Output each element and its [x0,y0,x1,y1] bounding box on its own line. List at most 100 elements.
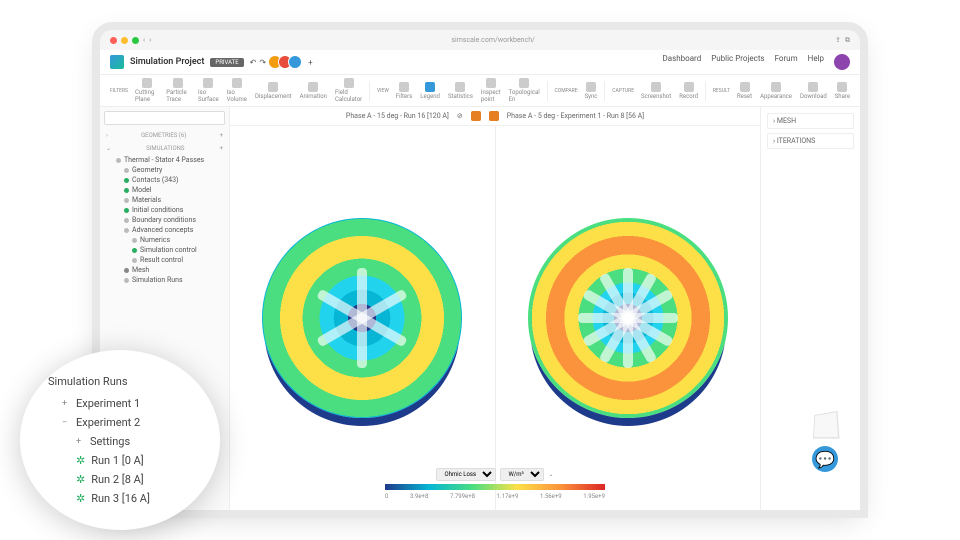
view-title-right[interactable]: Phase A - 5 deg - Experiment 1 - Run 8 [… [507,112,644,120]
nav-forum[interactable]: Forum [775,54,798,70]
toolbar-sync[interactable]: Sync [585,82,598,100]
toolbar-field-calculator[interactable]: Field Calculator [335,78,362,103]
tree-item[interactable]: Boundary conditions [104,215,225,225]
viewport-right[interactable] [496,126,761,510]
sidebar-geometries[interactable]: ›GEOMETRIES (6)+ [104,129,225,142]
toolbar-displacement[interactable]: Displacement [255,82,292,100]
project-title: Simulation Project [130,57,204,67]
thermal-result-left[interactable] [262,218,462,418]
legend-tick: 1.17e+9 [497,493,519,500]
logo-icon [110,55,124,69]
legend-tick: 0 [385,493,388,500]
tree-item[interactable]: Geometry [104,165,225,175]
viewport-left[interactable] [230,126,496,510]
toolbar-download[interactable]: Download [800,82,827,100]
zoom-item[interactable]: ✲Run 1 [0 A] [48,451,192,470]
nav-fwd-icon[interactable]: › [149,36,151,44]
nav-public-projects[interactable]: Public Projects [711,54,764,70]
legend-tick: 1.95e+9 [583,493,605,500]
toolbar-record[interactable]: Record [679,82,698,100]
zoom-item[interactable]: +Experiment 1 [48,394,192,413]
panel-iterations[interactable]: › ITERATIONS [767,133,854,149]
nav-back-icon[interactable]: ‹ [143,36,145,44]
close-icon[interactable] [110,37,117,44]
toolbar-cutting-plane[interactable]: Cutting Plane [135,78,158,103]
redo-icon[interactable]: ↷ [259,58,266,67]
privacy-badge: PRIVATE [210,58,243,67]
toolbar-topological-en[interactable]: Topological En [509,78,540,103]
tree-item[interactable]: Simulation control [104,245,225,255]
zoom-item[interactable]: −Experiment 2 [48,413,192,432]
toolbar-view-label: VIEW [377,88,389,94]
toolbar-particle-trace[interactable]: Particle Trace [166,78,190,103]
undo-icon[interactable]: ↶ [250,58,257,67]
legend: Ohmic Loss W/m³ ⌄ 0 3.9e+8 7.799e+8 1.17e+9… [385,468,605,500]
minimize-icon[interactable] [121,37,128,44]
tree-item[interactable]: Result control [104,255,225,265]
toolbar-appearance[interactable]: Appearance [760,82,792,100]
toolbar-share[interactable]: Share [835,82,850,100]
sidebar-search-input[interactable] [104,111,225,125]
legend-field-select[interactable]: Ohmic Loss [436,468,496,481]
canvas-header: Phase A - 15 deg - Run 16 [120 A] ⊘ Phas… [230,107,760,126]
legend-gradient [385,484,605,490]
tree-item[interactable]: Simulation Runs [104,275,225,285]
legend-tick: 7.799e+8 [450,493,475,500]
lock-icon[interactable]: ⊘ [457,112,463,120]
toolbar-iso-volume[interactable]: Iso Volume [227,78,247,103]
zoom-title: Simulation Runs [48,375,192,388]
tree-item[interactable]: Numerics [104,235,225,245]
tree-item[interactable]: Initial conditions [104,205,225,215]
nav-help[interactable]: Help [808,54,824,70]
copy-icon[interactable]: ⧉ [845,36,850,45]
tree-item[interactable]: Thermal - Stator 4 Passes [104,155,225,165]
zoom-item[interactable]: +Settings [48,432,192,451]
toolbar-result-label: RESULT [713,88,730,94]
share-icon[interactable]: ⇪ [835,36,841,44]
legend-unit-select[interactable]: W/m³ [500,468,544,481]
nav-dashboard[interactable]: Dashboard [663,54,702,70]
panel-mesh[interactable]: › MESH [767,113,854,129]
browser-chrome: ‹ › simscale.com/workbench/ ⇪ ⧉ [100,30,860,50]
view-icon[interactable] [489,111,499,121]
tree-item[interactable]: Mesh [104,265,225,275]
toolbar-iso-surface[interactable]: Iso Surface [198,78,219,103]
zoom-item[interactable]: ✲Run 2 [8 A] [48,470,192,489]
legend-tick: 3.9e+8 [410,493,428,500]
thermal-result-right[interactable] [528,218,728,418]
legend-ticks: 0 3.9e+8 7.799e+8 1.17e+9 1.56e+9 1.95e+9 [385,493,605,500]
toolbar-compare-label: COMPARE [555,88,578,94]
view-icon[interactable] [471,111,481,121]
toolbar-filters-label: FILTERS [110,88,128,94]
toolbar-reset[interactable]: Reset [737,82,752,100]
zoom-inset: Simulation Runs +Experiment 1−Experiment… [20,350,220,530]
toolbar-animation[interactable]: Animation [300,82,327,100]
tree-item[interactable]: Model [104,185,225,195]
toolbar: FILTERS Cutting Plane Particle Trace Iso S… [100,75,860,107]
user-avatar[interactable] [834,54,850,70]
tree-item[interactable]: Materials [104,195,225,205]
right-panel: › MESH › ITERATIONS [760,107,860,510]
canvas: Phase A - 15 deg - Run 16 [120 A] ⊘ Phas… [230,107,760,510]
axis-cube[interactable] [813,411,839,438]
tree-item[interactable]: Contacts (343) [104,175,225,185]
traffic-lights [110,37,139,44]
toolbar-legend[interactable]: Legend [420,82,440,100]
add-collaborator-button[interactable]: + [308,58,313,67]
collaborators[interactable] [272,55,302,69]
legend-expand-icon[interactable]: ⌄ [548,471,553,478]
legend-tick: 1.56e+9 [540,493,562,500]
toolbar-screenshot[interactable]: Screenshot [641,82,671,100]
avatar[interactable] [288,55,302,69]
toolbar-inspect-point[interactable]: Inspect point [481,78,501,103]
toolbar-filters[interactable]: Filters [396,82,413,100]
tree-item[interactable]: Advanced concepts [104,225,225,235]
toolbar-statistics[interactable]: Statistics [448,82,473,100]
chat-button[interactable]: 💬 [812,446,838,472]
sidebar-simulations[interactable]: ⌄SIMULATIONS+ [104,142,225,155]
app-header: Simulation Project PRIVATE ↶ ↷ + Dashboa… [100,50,860,75]
zoom-item[interactable]: ✲Run 3 [16 A] [48,489,192,508]
view-title-left[interactable]: Phase A - 15 deg - Run 16 [120 A] [346,112,449,120]
url-bar[interactable]: simscale.com/workbench/ [155,36,831,44]
maximize-icon[interactable] [132,37,139,44]
